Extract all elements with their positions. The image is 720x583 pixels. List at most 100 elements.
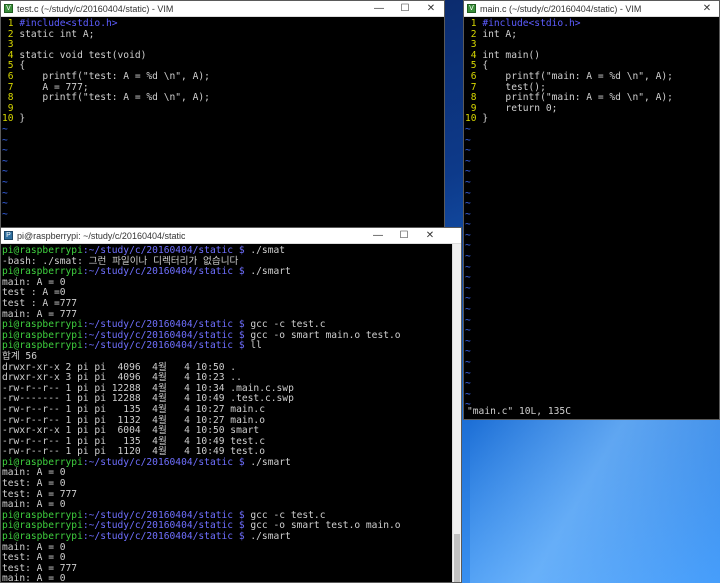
code-line: 4 int main()	[465, 49, 719, 62]
output-text: test : A =777	[2, 297, 78, 309]
empty-line-marker: ~	[465, 240, 471, 252]
close-button[interactable]: ✕	[697, 1, 717, 16]
code-text: }	[482, 113, 489, 125]
code-text: int A;	[482, 28, 517, 40]
window-controls: — ☐ ✕	[365, 228, 443, 243]
empty-line-marker: ~	[465, 176, 471, 188]
window-controls: ✕	[697, 1, 717, 16]
output-text: 합계 56	[2, 350, 37, 362]
output-text: drwxr-xr-x 2 pi pi 4096 4월 4 10:50 .	[2, 361, 237, 373]
empty-line-marker: ~	[465, 357, 471, 368]
empty-line-marker: ~	[465, 123, 471, 135]
empty-line-marker: ~	[465, 314, 471, 326]
editor-buffer[interactable]: 1 #include<stdio.h> 2 int A; 3 4 int mai…	[464, 17, 719, 411]
empty-line-marker: ~	[465, 187, 471, 199]
empty-line-marker: ~	[465, 145, 471, 157]
terminal-scrollbar[interactable]	[452, 244, 461, 582]
prompt-path: :~/study/c/20160404/static $	[82, 509, 245, 521]
prompt-user: pi@raspberrypi	[2, 329, 83, 341]
empty-line-marker: ~	[2, 145, 8, 157]
line-number: 5	[465, 60, 483, 72]
maximize-button[interactable]: ☐	[391, 228, 417, 243]
output-text: main: A = 0	[2, 499, 66, 511]
code-line: 10 }	[465, 114, 719, 125]
editor-buffer[interactable]: 1 #include<stdio.h> 2 static int A; 3 4 …	[1, 17, 444, 220]
maximize-button[interactable]: ☐	[392, 1, 418, 16]
empty-line-marker: ~	[465, 261, 471, 273]
terminal-output[interactable]: pi@raspberrypi:~/study/c/20160404/static…	[1, 244, 461, 582]
line-number: 4	[465, 49, 483, 61]
code-line: 2 static int A;	[2, 28, 444, 41]
terminal-line: pi@raspberrypi:~/study/c/20160404/static…	[2, 456, 461, 469]
empty-line-marker: ~	[465, 325, 471, 337]
output-text: test: A = 0	[2, 552, 66, 564]
empty-line-marker: ~	[465, 282, 471, 294]
command-text: ./smart	[244, 531, 291, 543]
prompt-path: :~/study/c/20160404/static $	[82, 456, 245, 468]
empty-line-marker: ~	[465, 293, 471, 305]
line-number: 9	[465, 102, 483, 114]
command-text: ./smart	[244, 456, 291, 468]
empty-line-marker: ~	[465, 219, 471, 231]
code-text: }	[19, 113, 26, 125]
output-text: -rw-r--r-- 1 pi pi 1120 4월 4 10:49 test.…	[2, 446, 265, 458]
output-text: main: A = 0	[2, 276, 66, 288]
empty-line-marker: ~	[465, 346, 471, 358]
close-button[interactable]: ✕	[417, 228, 443, 243]
output-text: -rw-r--r-- 1 pi pi 135 4월 4 10:27 main.c	[2, 403, 265, 415]
code-text: int main()	[482, 49, 541, 61]
line-number: 1	[465, 18, 483, 29]
terminal-line: test: A = 777	[2, 489, 461, 501]
code-line: 9	[2, 102, 444, 115]
minimize-button[interactable]: —	[366, 1, 392, 16]
minimize-button[interactable]: —	[365, 228, 391, 243]
empty-line-marker: ~	[465, 166, 471, 178]
empty-line-marker: ~	[2, 155, 8, 167]
prompt-path: :~/study/c/20160404/static $	[82, 340, 245, 352]
empty-line-marker: ~	[465, 388, 471, 400]
window-controls: — ☐ ✕	[366, 1, 444, 16]
code-text: A = 777;	[19, 81, 89, 93]
prompt-user: pi@raspberrypi	[2, 245, 83, 256]
vim-window-main-c[interactable]: V main.c (~/study/c/20160404/static) - V…	[463, 0, 720, 420]
close-button[interactable]: ✕	[418, 1, 444, 16]
scrollbar-thumb[interactable]	[454, 534, 460, 582]
code-line: 10 }	[2, 114, 444, 125]
empty-line-marker: ~	[2, 208, 8, 220]
empty-line-marker: ~	[2, 134, 8, 146]
titlebar[interactable]: V main.c (~/study/c/20160404/static) - V…	[464, 1, 719, 17]
code-text: static int A;	[19, 28, 95, 40]
code-text: printf("main: A = %d \n", A);	[482, 70, 673, 82]
prompt-user: pi@raspberrypi	[2, 340, 83, 352]
vim-window-test-c[interactable]: V test.c (~/study/c/20160404/static) - V…	[0, 0, 445, 228]
prompt-path: :~/study/c/20160404/static $	[82, 245, 245, 256]
terminal-line: pi@raspberrypi:~/study/c/20160404/static…	[2, 531, 461, 543]
desktop-light-beam	[470, 420, 720, 583]
terminal-line: test: A = 777	[2, 563, 461, 575]
code-text: return 0;	[482, 102, 558, 114]
line-number: 4	[2, 49, 20, 61]
empty-line-marker: ~	[465, 208, 471, 220]
window-title: pi@raspberrypi: ~/study/c/20160404/stati…	[17, 230, 186, 241]
titlebar[interactable]: V test.c (~/study/c/20160404/static) - V…	[1, 1, 444, 17]
line-number: 3	[2, 39, 20, 51]
titlebar[interactable]: P pi@raspberrypi: ~/study/c/20160404/sta…	[1, 228, 461, 244]
line-number: 10	[2, 113, 20, 125]
output-text: -rw-r--r-- 1 pi pi 1132 4월 4 10:27 main.…	[2, 414, 265, 426]
empty-line-marker: ~	[465, 198, 471, 210]
line-number: 9	[2, 102, 20, 114]
terminal-line: main: A = 0	[2, 468, 461, 479]
window-title: main.c (~/study/c/20160404/static) - VIM	[480, 3, 642, 14]
prompt-user: pi@raspberrypi	[2, 456, 83, 468]
code-text: #include<stdio.h>	[19, 18, 118, 29]
prompt-path: :~/study/c/20160404/static $	[82, 319, 245, 331]
empty-line-marker: ~	[465, 335, 471, 347]
command-text: gcc -o smart main.o test.o	[244, 329, 401, 341]
output-text: main: A = 777	[2, 308, 78, 320]
terminal-window[interactable]: P pi@raspberrypi: ~/study/c/20160404/sta…	[0, 227, 462, 583]
code-text: printf("main: A = %d \n", A);	[482, 92, 673, 104]
empty-line-marker: ~	[2, 123, 8, 135]
output-text: -bash: ./smat: 그런 파일이나 디렉터리가 없습니다	[2, 255, 239, 267]
empty-line-marker: ~	[465, 134, 471, 146]
code-text: printf("test: A = %d \n", A);	[19, 92, 210, 104]
